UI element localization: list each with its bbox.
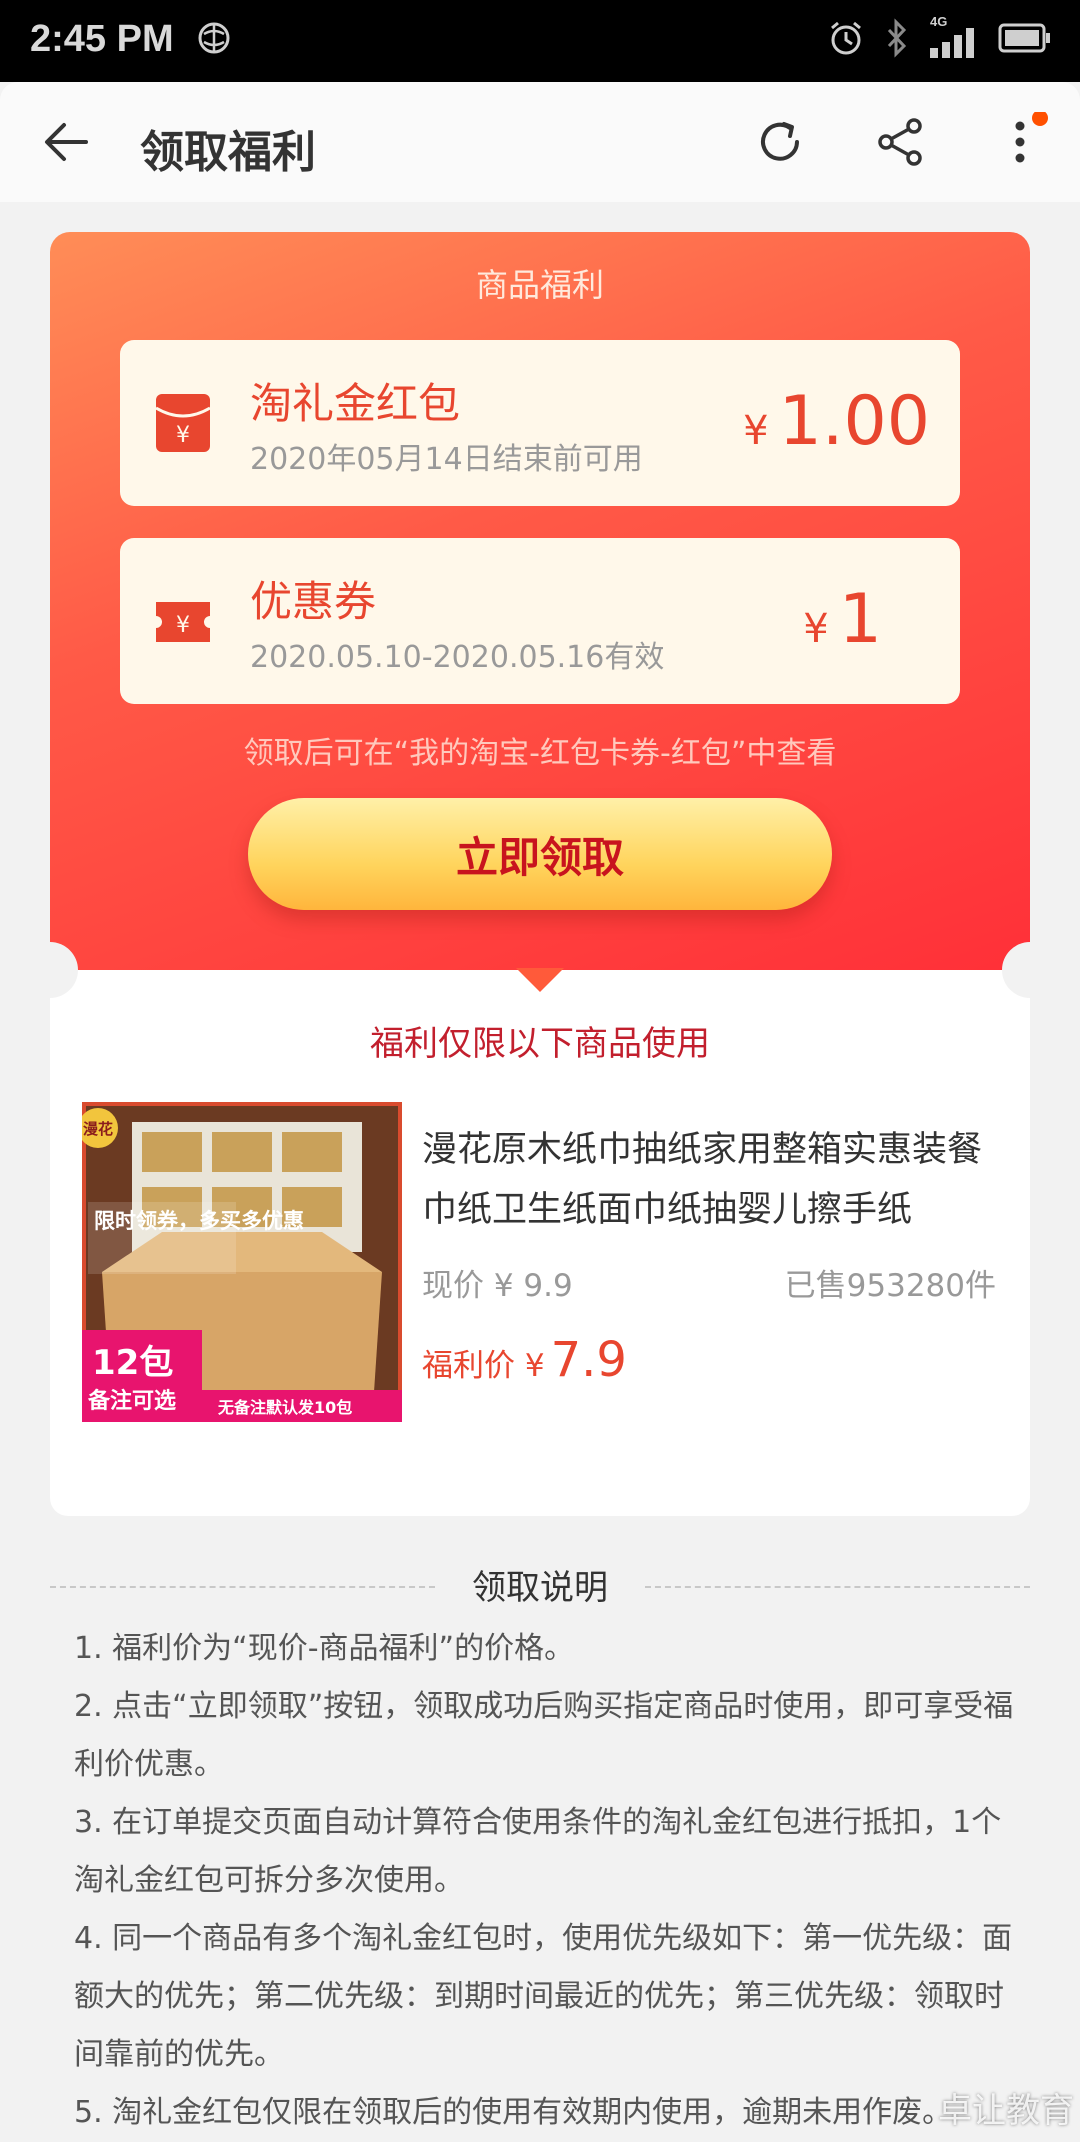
note-item: 5. 淘礼金红包仅限在领取后的使用有效期内使用，逾期未用作废。 — [74, 2095, 953, 2130]
battery-icon — [998, 23, 1050, 53]
product-note-text: 备注可选 — [87, 1388, 176, 1414]
claim-now-button[interactable]: 立即领取 — [248, 798, 832, 910]
product-card: 福利仅限以下商品使用 漫花 限时领券，多买多优惠 12包 备注可选 无备注默认发… — [22, 942, 1058, 1516]
note-item: 1. 福利价为“现价-商品福利”的价格。 — [74, 1631, 575, 1666]
back-arrow-icon[interactable] — [36, 112, 96, 172]
notification-dot-icon — [1032, 112, 1048, 126]
share-icon[interactable] — [870, 112, 930, 172]
status-bar: 2:45 PM 4G — [0, 0, 1080, 82]
coupon-red-packet[interactable]: ¥ 淘礼金红包 2020年05月14日结束前可用 ¥ 1.00 — [120, 340, 960, 506]
amount-value: 1 — [838, 580, 882, 659]
pointer-arrow-icon — [516, 968, 564, 992]
page-title: 领取福利 — [140, 127, 316, 178]
benefit-title: 商品福利 — [475, 266, 604, 304]
notes-header: 领取说明 — [50, 1560, 1030, 1610]
notes-list: 1. 福利价为“现价-商品福利”的价格。 2. 点击“立即领取”按钮，领取成功后… — [74, 1620, 1014, 2142]
coupon-amount: ¥ 1 — [803, 580, 882, 659]
product-default-text: 无备注默认发10包 — [217, 1398, 352, 1417]
coupon-name: 优惠券 — [250, 577, 377, 626]
coupon-discount[interactable]: ¥ 优惠券 2020.05.10-2020.05.16有效 ¥ 1 — [120, 538, 960, 704]
more-options-icon[interactable] — [990, 112, 1050, 172]
carrier-icon — [198, 22, 230, 54]
product-image[interactable]: 漫花 限时领券，多买多优惠 12包 备注可选 无备注默认发10包 — [82, 1102, 402, 1422]
red-packet-icon: ¥ — [155, 394, 211, 452]
note-item: 3. 在订单提交页面自动计算符合使用条件的淘礼金红包进行抵扣，1个淘礼金红包可拆… — [74, 1805, 1002, 1898]
welfare-price-label: 福利价 ¥ — [422, 1348, 545, 1384]
note-item: 2. 点击“立即领取”按钮，领取成功后购买指定商品时使用，即可享受福利价优惠。 — [74, 1689, 1014, 1782]
signal-icon: 4G — [928, 14, 980, 58]
svg-text:¥: ¥ — [176, 423, 190, 448]
notes-title: 领取说明 — [472, 1568, 608, 1608]
app-bar: 领取福利 — [0, 82, 1080, 202]
product-name[interactable]: 漫花原木纸巾抽纸家用整箱实惠装餐巾纸卫生纸面巾纸抽婴儿擦手纸 — [422, 1120, 1002, 1240]
coupon-name: 淘礼金红包 — [250, 379, 461, 428]
sold-count: 已售953280件 — [784, 1268, 996, 1304]
product-limit-title: 福利仅限以下商品使用 — [370, 1024, 710, 1064]
product-promo-text: 限时领券，多买多优惠 — [94, 1209, 304, 1233]
coupon-amount: ¥ 1.00 — [743, 382, 930, 461]
amount-value: 1.00 — [778, 382, 930, 461]
alarm-icon — [831, 21, 861, 55]
product-brand-text: 漫花 — [83, 1120, 113, 1138]
bluetooth-icon — [887, 18, 907, 58]
currency-symbol: ¥ — [743, 408, 769, 454]
status-icons: 4G — [826, 14, 1052, 58]
svg-text:¥: ¥ — [176, 613, 190, 638]
refresh-icon[interactable] — [750, 112, 810, 172]
notch-left — [22, 942, 78, 998]
currency-symbol: ¥ — [803, 606, 829, 652]
product-count-text: 12包 — [92, 1343, 173, 1383]
watermark: 卓让教育 — [938, 2091, 1074, 2131]
coupon-date: 2020.05.10-2020.05.16有效 — [250, 640, 665, 675]
welfare-price: 福利价 ¥ 7.9 — [422, 1332, 627, 1388]
ticket-icon: ¥ — [156, 602, 210, 642]
status-time: 2:45 PM — [30, 18, 174, 60]
benefit-card: 商品福利 ¥ 淘礼金红包 2020年05月14日结束前可用 ¥ 1.00 ¥ 优… — [50, 232, 1030, 970]
current-price: 现价 ¥ 9.9 — [422, 1268, 573, 1304]
note-item: 4. 同一个商品有多个淘礼金红包时，使用优先级如下：第一优先级：面额大的优先；第… — [74, 1921, 1013, 2072]
claim-hint: 领取后可在“我的淘宝-红包卡券-红包”中查看 — [243, 736, 837, 771]
welfare-price-value: 7.9 — [550, 1332, 627, 1388]
notch-right — [1002, 942, 1058, 998]
coupon-date: 2020年05月14日结束前可用 — [250, 442, 643, 477]
